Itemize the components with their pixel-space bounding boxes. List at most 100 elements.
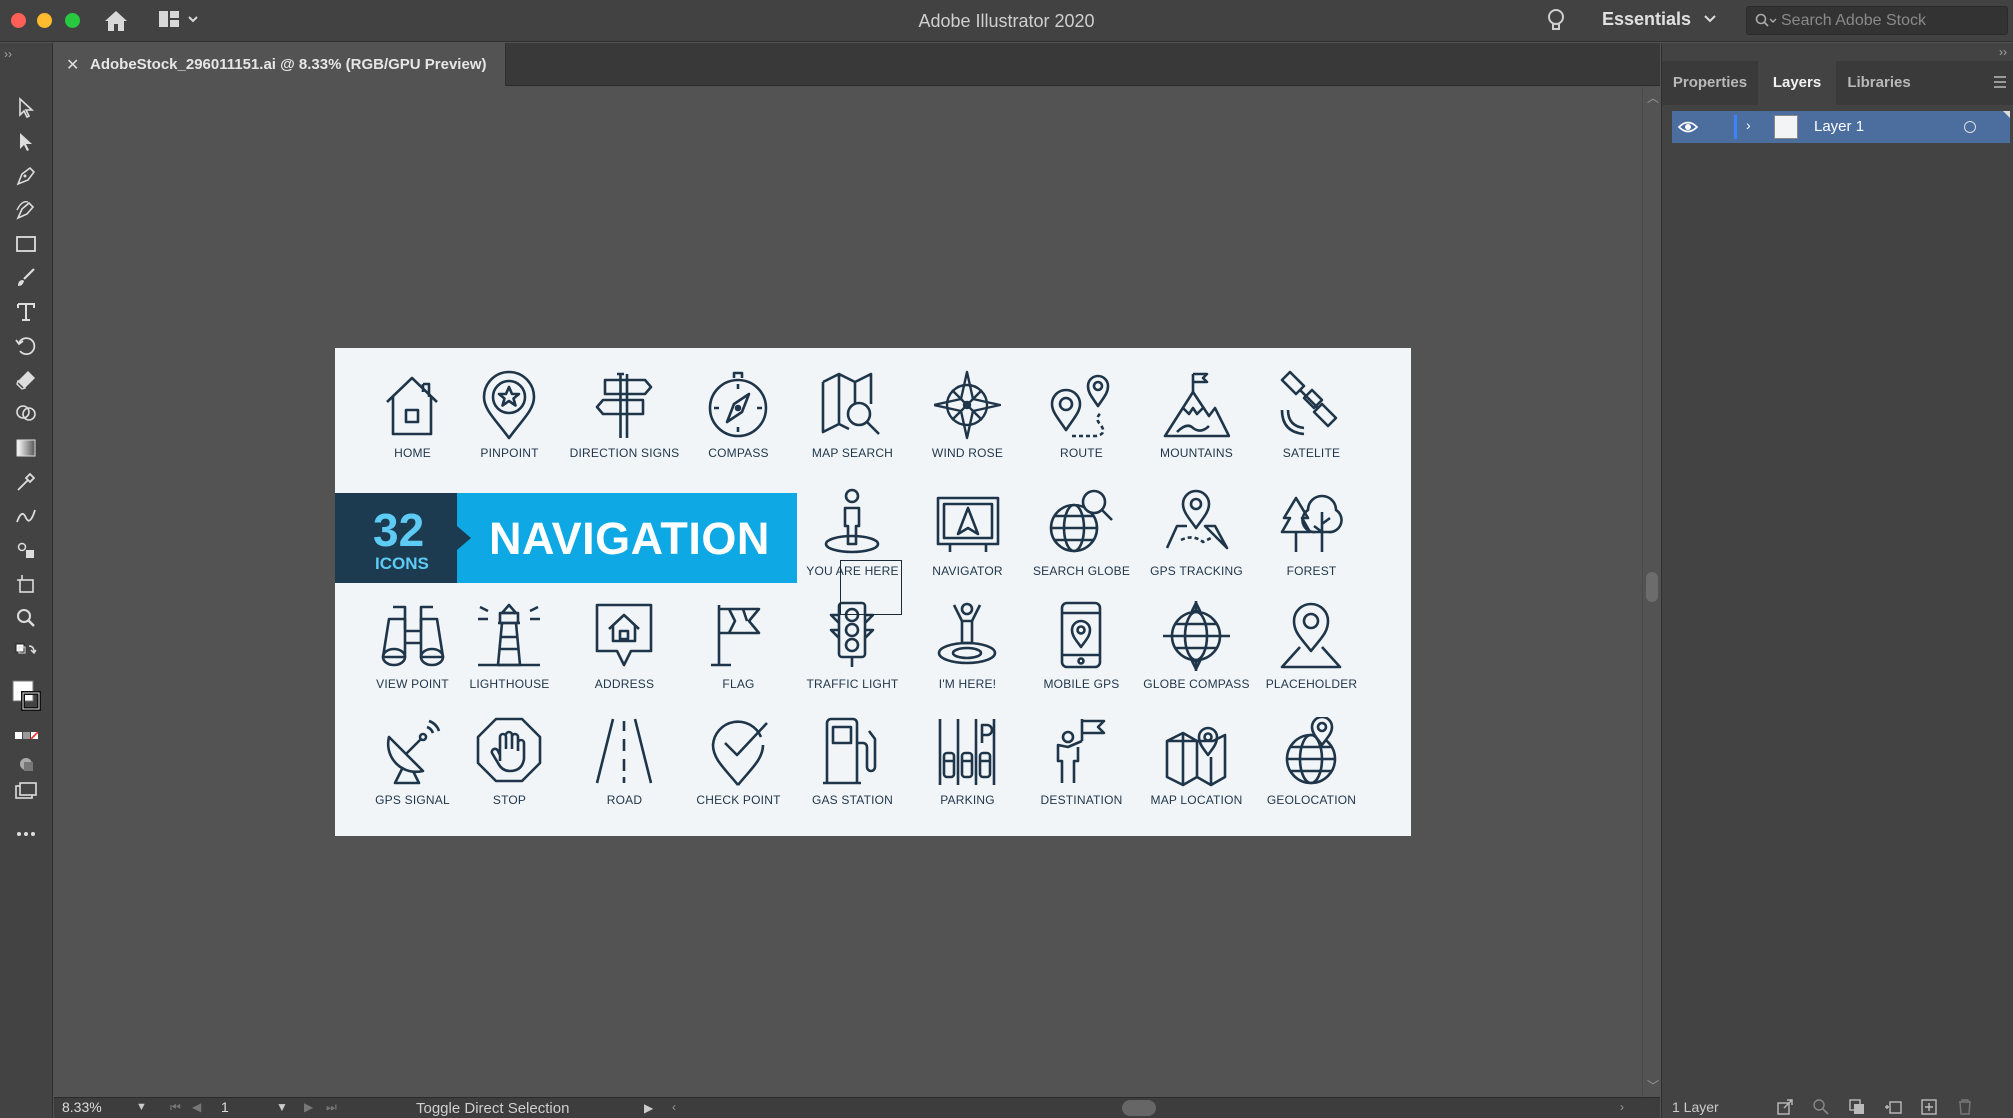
icon-cell[interactable]: SEARCH GLOBE — [1024, 488, 1139, 593]
icon-cell[interactable]: SATELITE — [1254, 370, 1369, 475]
icon-cell[interactable]: ROAD — [567, 717, 682, 822]
blend-tool-icon[interactable] — [11, 501, 41, 531]
export-icon[interactable] — [1776, 1098, 1794, 1116]
icon-cell[interactable]: PLACEHOLDER — [1254, 601, 1369, 706]
artboard-tool-icon[interactable] — [11, 569, 41, 599]
collapse-panel-icon[interactable]: ›› — [1999, 45, 2007, 59]
icon-cell[interactable]: ADDRESS — [567, 601, 682, 706]
icon-cell[interactable]: LIGHTHOUSE — [452, 601, 567, 706]
icon-cell[interactable]: MAP LOCATION — [1139, 717, 1254, 822]
icon-cell[interactable]: NAVIGATOR — [910, 488, 1025, 593]
tab-libraries[interactable]: Libraries — [1836, 61, 1922, 105]
horizontal-scroll-thumb[interactable] — [1122, 1100, 1156, 1116]
panel-menu-icon[interactable] — [1992, 74, 2008, 90]
screen-mode-icon[interactable] — [11, 777, 41, 807]
trash-icon[interactable] — [1956, 1098, 1974, 1116]
icon-cell[interactable]: I'M HERE! — [910, 601, 1025, 706]
selection-tool-icon[interactable] — [11, 93, 41, 123]
compass-icon — [708, 371, 768, 438]
icon-cell[interactable]: DESTINATION — [1024, 717, 1139, 822]
direct-selection-tool-icon[interactable] — [11, 127, 41, 157]
icon-cell[interactable]: GPS TRACKING — [1139, 488, 1254, 593]
curvature-tool-icon[interactable] — [11, 195, 41, 225]
search-input[interactable] — [1781, 10, 2001, 32]
search-icon[interactable] — [1812, 1098, 1830, 1116]
swap-fill-stroke-icon[interactable] — [11, 637, 41, 667]
artboard[interactable]: 32 ICONS NAVIGATION HOME PINPOINT DIRECT… — [335, 348, 1411, 836]
vertical-scroll-thumb[interactable] — [1646, 572, 1658, 602]
icon-cell[interactable]: GAS STATION — [795, 717, 910, 822]
zoom-tool-icon[interactable] — [11, 603, 41, 633]
chevron-down-icon[interactable] — [1702, 12, 1718, 26]
selection-bounding-box[interactable] — [840, 560, 902, 615]
scroll-right-icon[interactable]: › — [1620, 1100, 1624, 1114]
clipping-mask-icon[interactable] — [1848, 1098, 1866, 1116]
type-tool-icon[interactable] — [11, 297, 41, 327]
banner-subtitle: ICONS — [375, 554, 429, 573]
rectangle-tool-icon[interactable] — [11, 229, 41, 259]
icon-cell[interactable]: STOP — [452, 717, 567, 822]
icon-cell[interactable]: DIRECTION SIGNS — [567, 370, 682, 475]
icon-cell[interactable]: GEOLOCATION — [1254, 717, 1369, 822]
icon-cell[interactable]: MAP SEARCH — [795, 370, 910, 475]
next-artboard-icon[interactable]: ▶ — [304, 1100, 313, 1114]
zoom-level-field[interactable]: 8.33% — [62, 1099, 132, 1117]
stock-search-box[interactable] — [1746, 6, 2008, 35]
close-icon[interactable]: ✕ — [66, 55, 79, 75]
paintbrush-tool-icon[interactable] — [11, 263, 41, 293]
rotate-tool-icon[interactable] — [11, 331, 41, 361]
fill-stroke-swatch-icon[interactable] — [11, 671, 41, 721]
icon-cell[interactable]: MOBILE GPS — [1024, 601, 1139, 706]
target-circle-icon[interactable] — [1964, 121, 1976, 133]
icon-cell[interactable]: GLOBE COMPASS — [1139, 601, 1254, 706]
last-artboard-icon[interactable]: ⏭ — [326, 1100, 337, 1115]
new-layer-icon[interactable] — [1920, 1098, 1938, 1116]
lightbulb-icon[interactable] — [1545, 7, 1567, 35]
geolocation-icon — [1285, 717, 1337, 785]
eye-icon[interactable] — [1678, 119, 1698, 135]
layer-row[interactable]: › Layer 1 — [1672, 111, 2010, 143]
draw-mode-icon[interactable] — [11, 749, 41, 779]
icon-cell[interactable]: CHECK POINT — [681, 717, 796, 822]
vertical-scrollbar[interactable]: ︿ ﹀ — [1642, 87, 1660, 1097]
icon-cell[interactable]: PINPOINT — [452, 370, 567, 475]
tab-layers[interactable]: Layers — [1758, 61, 1836, 105]
pen-tool-icon[interactable] — [11, 161, 41, 191]
gradient-tool-icon[interactable] — [11, 433, 41, 463]
document-tab[interactable]: ✕ AdobeStock_296011151.ai @ 8.33% (RGB/G… — [54, 43, 506, 86]
first-artboard-icon[interactable]: ⏮ — [170, 1100, 181, 1115]
shape-builder-tool-icon[interactable] — [11, 399, 41, 429]
color-mode-icon[interactable] — [11, 721, 41, 751]
eraser-tool-icon[interactable] — [11, 365, 41, 395]
expand-panel-icon[interactable]: ›› — [4, 47, 12, 61]
status-menu-icon[interactable]: ▶ — [644, 1101, 653, 1115]
workspace-switcher[interactable]: Essentials — [1602, 9, 1691, 30]
icon-cell[interactable]: WIND ROSE — [910, 370, 1025, 475]
icon-cell[interactable]: MOUNTAINS — [1139, 370, 1254, 475]
flag-icon — [711, 605, 761, 667]
artboard-dropdown-icon[interactable]: ▼ — [276, 1100, 288, 1114]
tools-panel: ›› — [0, 43, 53, 1118]
icon-cell[interactable]: FLAG — [681, 601, 796, 706]
layer-count: 1 Layer — [1672, 1099, 1719, 1115]
eyedropper-tool-icon[interactable] — [11, 467, 41, 497]
scroll-left-icon[interactable]: ‹ — [672, 1100, 676, 1114]
navigator-icon — [936, 496, 1000, 552]
icon-cell[interactable]: PARKING — [910, 717, 1025, 822]
tab-properties[interactable]: Properties — [1662, 61, 1758, 105]
chevron-right-icon[interactable]: › — [1746, 117, 1751, 133]
icon-cell[interactable]: ROUTE — [1024, 370, 1139, 475]
icon-cell[interactable]: COMPASS — [681, 370, 796, 475]
more-tools-icon[interactable] — [11, 819, 41, 849]
layer-name[interactable]: Layer 1 — [1814, 118, 1864, 135]
artboard-number-field[interactable]: 1 — [221, 1099, 229, 1115]
scroll-down-icon[interactable]: ﹀ — [1647, 1077, 1659, 1094]
zoom-dropdown-icon[interactable]: ▼ — [136, 1101, 147, 1113]
symbol-sprayer-tool-icon[interactable] — [11, 535, 41, 565]
scroll-up-icon[interactable]: ︿ — [1647, 89, 1659, 106]
icon-cell[interactable]: FOREST — [1254, 488, 1369, 593]
icon-cell[interactable]: TRAFFIC LIGHT — [795, 601, 910, 706]
new-sublayer-icon[interactable] — [1884, 1098, 1902, 1116]
previous-artboard-icon[interactable]: ◀ — [192, 1100, 201, 1114]
status-text[interactable]: Toggle Direct Selection — [416, 1100, 569, 1117]
